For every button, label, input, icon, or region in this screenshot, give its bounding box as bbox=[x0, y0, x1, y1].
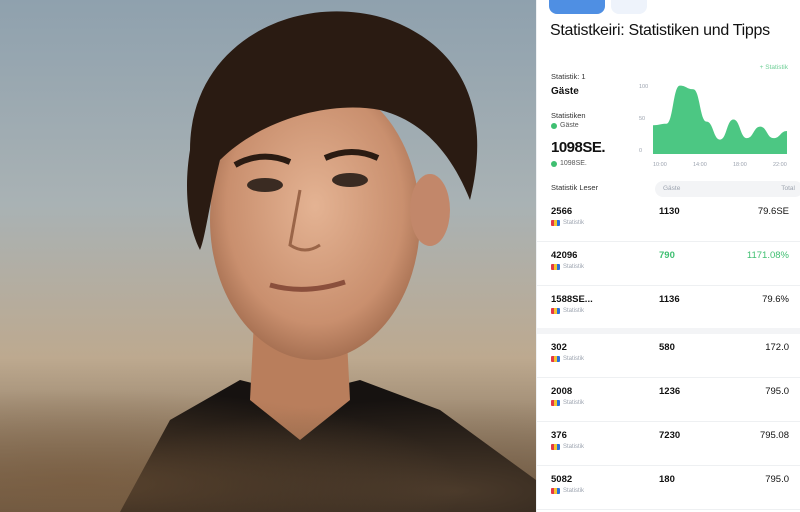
y-tick-label: 0 bbox=[639, 148, 642, 154]
row-total: 172.0 bbox=[765, 342, 789, 353]
row-name: 2008 bbox=[551, 386, 573, 397]
tab-primary[interactable] bbox=[549, 0, 605, 14]
stats-table: 2566 Statistik 1130 79.6SE 42096 Statistik 790… bbox=[537, 198, 800, 510]
table-header: Statistik Leser Gäste Total bbox=[551, 181, 800, 197]
status-dot-icon bbox=[551, 160, 557, 167]
row-flag-text: Statistik bbox=[563, 488, 585, 494]
row-name: 1588SE... bbox=[551, 294, 593, 305]
table-header-label: Statistik Leser bbox=[551, 183, 599, 192]
portrait-photo bbox=[0, 0, 536, 512]
row-flag: Statistik bbox=[551, 308, 584, 314]
row-count: 580 bbox=[659, 342, 675, 353]
metric-sub: Gäste bbox=[551, 122, 579, 129]
row-flag: Statistik bbox=[551, 444, 584, 450]
column-header-1: Gäste bbox=[663, 185, 681, 192]
row-total: 1171.08% bbox=[746, 250, 789, 261]
row-count: 1236 bbox=[659, 386, 681, 397]
row-count: 180 bbox=[659, 474, 675, 485]
flag-icon bbox=[551, 488, 560, 494]
metric-label: Statistik: 1 bbox=[551, 72, 586, 81]
row-count: 7230 bbox=[659, 430, 681, 441]
row-total: 795.0 bbox=[765, 474, 789, 485]
flag-icon bbox=[551, 400, 560, 406]
area-chart: 100 50 0 10:00 14:00 18:00 22:00 bbox=[637, 76, 791, 172]
flag-icon bbox=[551, 308, 560, 314]
row-flag-text: Statistik bbox=[563, 400, 585, 406]
metric-sub-3: 1098SE. bbox=[551, 160, 587, 167]
background-blur bbox=[0, 372, 536, 512]
row-flag: Statistik bbox=[551, 356, 584, 362]
y-tick-label: 100 bbox=[639, 84, 648, 90]
row-flag: Statistik bbox=[551, 220, 584, 226]
table-row[interactable]: 2566 Statistik 1130 79.6SE bbox=[537, 198, 800, 242]
row-total: 79.6% bbox=[762, 294, 789, 305]
area-chart-svg: 100 50 0 10:00 14:00 18:00 22:00 bbox=[639, 84, 787, 168]
row-name: 2566 bbox=[551, 206, 573, 217]
x-tick-label: 22:00 bbox=[773, 162, 787, 168]
table-row[interactable]: 42096 Statistik 790 1171.08% bbox=[537, 242, 800, 286]
row-total: 795.0 bbox=[765, 386, 789, 397]
table-row[interactable]: 1588SE... Statistik 1136 79.6% bbox=[537, 286, 800, 334]
row-flag: Statistik bbox=[551, 264, 584, 270]
table-row[interactable]: 5082 Statistik 180 795.0 bbox=[537, 466, 800, 510]
metric-value: Gäste bbox=[551, 86, 579, 97]
row-total: 795.08 bbox=[759, 430, 789, 441]
table-header-pill[interactable]: Gäste Total bbox=[655, 181, 800, 197]
x-tick-label: 10:00 bbox=[653, 162, 667, 168]
row-flag-text: Statistik bbox=[563, 220, 585, 226]
x-tick-label: 18:00 bbox=[733, 162, 747, 168]
metric-sub-label: Gäste bbox=[560, 122, 579, 129]
row-flag: Statistik bbox=[551, 400, 584, 406]
metric-label-2: Statistiken bbox=[551, 111, 586, 120]
row-count: 1130 bbox=[659, 206, 680, 217]
row-flag-text: Statistik bbox=[563, 308, 585, 314]
page-title: Statistkeiri: Statistiken und Tipps bbox=[550, 22, 770, 39]
tab-secondary[interactable] bbox=[611, 0, 647, 14]
chart-area-series bbox=[653, 85, 787, 154]
flag-icon bbox=[551, 444, 560, 450]
top-tabs bbox=[549, 0, 647, 14]
row-total: 79.6SE bbox=[757, 206, 789, 217]
flag-icon bbox=[551, 356, 560, 362]
y-tick-label: 50 bbox=[639, 116, 645, 122]
row-name: 42096 bbox=[551, 250, 578, 261]
row-name: 376 bbox=[551, 430, 567, 441]
table-row[interactable]: 302 Statistik 580 172.0 bbox=[537, 334, 800, 378]
row-flag-text: Statistik bbox=[563, 356, 585, 362]
row-count: 790 bbox=[659, 250, 675, 261]
stats-panel: Statistkeiri: Statistiken und Tipps Stat… bbox=[536, 0, 800, 512]
row-flag-text: Statistik bbox=[563, 444, 585, 450]
x-tick-label: 14:00 bbox=[693, 162, 707, 168]
row-name: 5082 bbox=[551, 474, 573, 485]
flag-icon bbox=[551, 220, 560, 226]
metric-big-number: 1098SE. bbox=[551, 139, 606, 156]
row-name: 302 bbox=[551, 342, 567, 353]
table-row[interactable]: 2008 Statistik 1236 795.0 bbox=[537, 378, 800, 422]
metric-sub-label: 1098SE. bbox=[560, 160, 587, 167]
row-flag: Statistik bbox=[551, 488, 584, 494]
column-header-2: Total bbox=[781, 185, 795, 192]
row-flag-text: Statistik bbox=[563, 264, 585, 270]
status-dot-icon bbox=[551, 122, 557, 129]
row-count: 1136 bbox=[659, 294, 680, 305]
flag-icon bbox=[551, 264, 560, 270]
table-row[interactable]: 376 Statistik 7230 795.08 bbox=[537, 422, 800, 466]
chart-link[interactable]: + Statistik bbox=[760, 64, 788, 71]
